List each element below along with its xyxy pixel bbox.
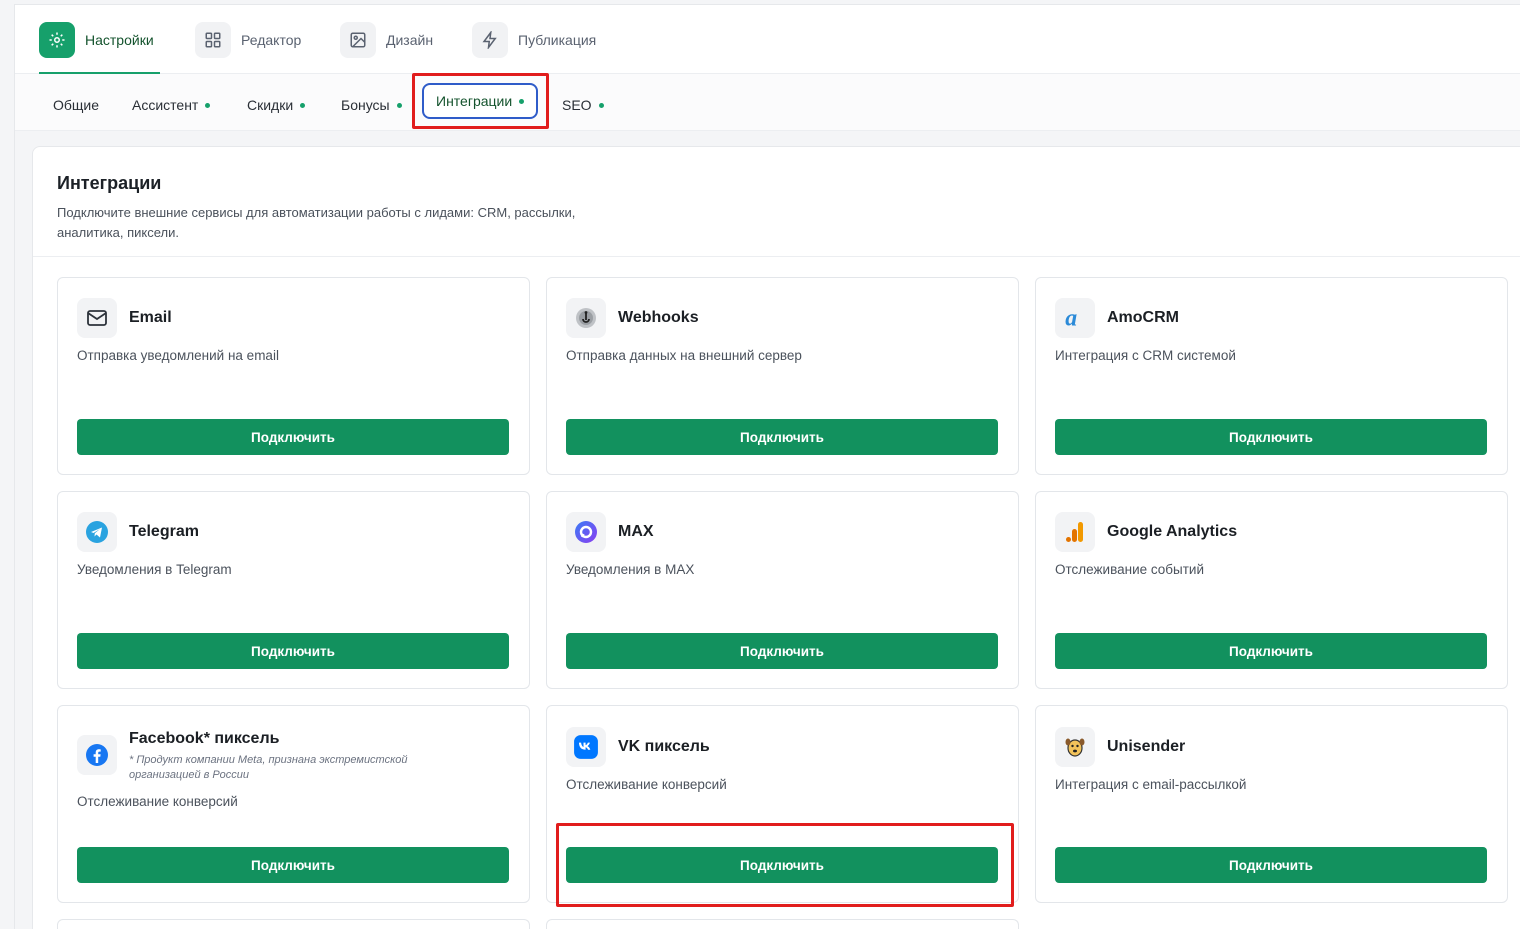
sub-tab-label: Бонусы — [341, 97, 390, 113]
status-dot — [519, 98, 525, 104]
card-title: MAX — [618, 523, 654, 540]
app-frame: Настройки Редактор Дизайн Публикация Общ… — [14, 4, 1520, 929]
card-description: Отправка уведомлений на email — [77, 348, 279, 363]
sub-tab-label: Общие — [53, 97, 100, 113]
webhook-icon — [566, 298, 606, 338]
sub-tab-bonuses[interactable]: Бонусы — [341, 91, 402, 119]
telegram-icon — [77, 512, 117, 552]
integration-card-vk: VK пиксель Отслеживание конверсий Подклю… — [546, 705, 1019, 903]
page-description: Подключите внешние сервисы для автоматиз… — [57, 205, 576, 240]
sub-tab-integrations[interactable]: Интеграции — [422, 83, 539, 119]
card-description: Интеграция с email-рассылкой — [1055, 777, 1247, 792]
image-icon — [340, 21, 376, 58]
connect-button[interactable]: Подключить — [1055, 633, 1487, 669]
mail-icon — [77, 298, 117, 338]
card-description: Уведомления в MAX — [566, 562, 695, 577]
card-footnote: * Продукт компании Meta, признана экстре… — [129, 754, 408, 781]
page-title: Интеграции — [57, 173, 162, 193]
connect-button[interactable]: Подключить — [1055, 419, 1487, 455]
sub-tab-general[interactable]: Общие — [53, 91, 99, 119]
integration-card-google-analytics: Google Analytics Отслеживание событий По… — [1035, 491, 1508, 689]
connect-button[interactable]: Подключить — [1055, 847, 1487, 883]
connect-button[interactable]: Подключить — [77, 419, 509, 455]
card-title: Telegram — [129, 523, 199, 540]
card-title: Webhooks — [618, 309, 699, 326]
card-title: Facebook* пиксель — [129, 730, 280, 747]
integration-card-webhooks: Webhooks Отправка данных на внешний серв… — [546, 277, 1019, 475]
top-tab-label: Редактор — [241, 31, 302, 48]
sub-tab-discounts[interactable]: Скидки — [247, 91, 306, 119]
card-title: Google Analytics — [1107, 523, 1238, 540]
connect-button[interactable]: Подключить — [566, 419, 998, 455]
card-description: Отслеживание событий — [1055, 562, 1204, 577]
connect-button[interactable]: Подключить — [77, 847, 509, 883]
card-title: Unisender — [1107, 738, 1186, 755]
integration-card-amocrm: a AmoCRM Интеграция с CRM системой Подкл… — [1035, 277, 1508, 475]
top-tab-label: Настройки — [85, 31, 154, 48]
grid-icon — [195, 21, 231, 58]
top-tab-editor[interactable]: Редактор — [195, 21, 301, 58]
card-description: Отслеживание конверсий — [566, 777, 727, 792]
amocrm-icon: a — [1055, 298, 1095, 338]
integration-card-email: Email Отправка уведомлений на email Подк… — [57, 277, 530, 475]
card-description: Уведомления в Telegram — [77, 562, 232, 577]
connect-button[interactable]: Подключить — [566, 633, 998, 669]
max-icon — [566, 512, 606, 552]
status-dot — [205, 102, 211, 108]
vk-icon — [566, 727, 606, 767]
top-tab-settings[interactable]: Настройки — [39, 21, 154, 58]
sub-tab-label: SEO — [562, 97, 592, 113]
top-tab-publish[interactable]: Публикация — [472, 21, 596, 58]
sub-tab-label: Интеграции — [436, 93, 513, 109]
card-title: Email — [129, 309, 172, 326]
top-tab-design[interactable]: Дизайн — [340, 21, 433, 58]
integrations-panel: Интеграции Подключите внешние сервисы дл… — [32, 146, 1520, 929]
integration-card-partial — [57, 919, 530, 929]
gear-icon — [39, 21, 75, 58]
connect-button[interactable]: Подключить — [77, 633, 509, 669]
top-tab-label: Публикация — [518, 31, 597, 48]
sub-tab-label: Ассистент — [132, 97, 199, 113]
status-dot — [300, 102, 306, 108]
lightning-icon — [472, 21, 508, 58]
sub-tab-assistant[interactable]: Ассистент — [132, 91, 211, 119]
integration-card-partial — [546, 919, 1019, 929]
unisender-icon — [1055, 727, 1095, 767]
google-analytics-icon — [1055, 512, 1095, 552]
card-title: AmoCRM — [1107, 309, 1179, 326]
sub-tab-seo[interactable]: SEO — [562, 91, 604, 119]
top-navigation: Настройки Редактор Дизайн Публикация — [15, 5, 1520, 74]
svg-text:a: a — [1065, 306, 1077, 331]
card-description: Отслеживание конверсий — [77, 794, 238, 809]
integration-card-telegram: Telegram Уведомления в Telegram Подключи… — [57, 491, 530, 689]
status-dot — [598, 102, 604, 108]
integration-card-unisender: Unisender Интеграция с email-рассылкой П… — [1035, 705, 1508, 903]
top-tab-label: Дизайн — [386, 31, 434, 48]
integration-card-max: MAX Уведомления в MAX Подключить — [546, 491, 1019, 689]
sub-tab-label: Скидки — [247, 97, 294, 113]
status-dot — [396, 102, 402, 108]
integration-card-facebook: Facebook* пиксель * Продукт компании Met… — [57, 705, 530, 903]
connect-button[interactable]: Подключить — [566, 847, 998, 883]
card-title: VK пиксель — [618, 738, 710, 755]
facebook-icon — [77, 735, 117, 775]
card-description: Интеграция с CRM системой — [1055, 348, 1236, 363]
sub-navigation: Общие Ассистент Скидки Бонусы Интеграции… — [15, 74, 1520, 131]
panel-header: Интеграции Подключите внешние сервисы дл… — [33, 147, 1520, 257]
card-description: Отправка данных на внешний сервер — [566, 348, 802, 363]
